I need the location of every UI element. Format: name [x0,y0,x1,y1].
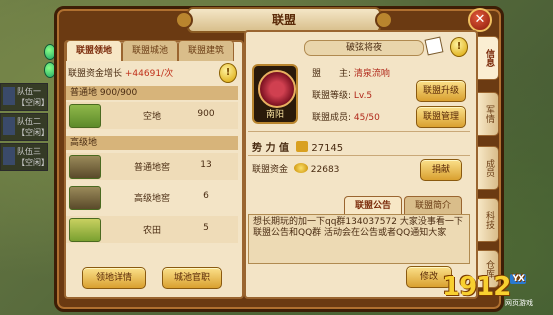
side-tab-info[interactable]: 信息 [478,36,499,80]
party-status: 【空闲】 [17,98,49,107]
party-name: 队伍一 [17,87,41,96]
party-slot-1[interactable]: 队伍一 【空闲】 [0,83,49,111]
fund-line: 联盟资金 22683 [252,162,339,175]
leader-value: 清泉流响 [353,69,390,79]
party-avatar [3,147,15,165]
level-line: 联盟等级: Lv.5 [312,88,372,101]
party-status: 【空闲】 [17,158,49,167]
members-label: 联盟成员: [312,113,352,123]
plot-thumbnail [69,186,101,210]
plot-count: 6 [203,191,209,201]
plot-name: 空地 [142,112,161,122]
tab-territory[interactable]: 联盟领地 [66,40,122,61]
alliance-emblem: 南阳 [252,64,298,124]
plot-count: 900 [197,109,215,119]
city-official-button[interactable]: 城池官职 [162,267,222,289]
plot-thumbnail [69,104,101,128]
members-line: 联盟成员: 45/50 [312,110,380,123]
section-normal: 普通地 900/900 [66,86,238,100]
level-value: Lv.5 [353,91,373,101]
emblem-label: 南阳 [265,110,284,120]
land-detail-button[interactable]: 领地详情 [82,267,146,289]
divider [248,155,470,156]
party-avatar [3,117,15,135]
upgrade-button[interactable]: 联盟升级 [416,80,466,102]
fund-growth-label: 联盟资金增长 [68,69,125,79]
plot-thumbnail [69,155,101,179]
party-avatar [3,87,15,105]
power-line: 势 力 值 27145 [252,139,343,154]
tab-cities[interactable]: 联盟城池 [122,40,178,61]
coin-pile-icon [293,163,308,173]
manage-button[interactable]: 联盟管理 [416,106,466,128]
party-status: 【空闲】 [17,128,49,137]
plot-name: 高级地窖 [133,194,170,204]
side-tab-tech[interactable]: 科技 [478,198,499,242]
side-tab-military[interactable]: 军情 [478,92,499,136]
tab-intro[interactable]: 联盟简介 [404,196,462,215]
plot-count: 13 [200,160,212,170]
level-label: 联盟等级: [312,91,352,101]
donate-button[interactable]: 捐献 [420,159,462,181]
power-icon [296,141,309,152]
watermark-sub: YX [510,274,526,284]
tab-buildings[interactable]: 联盟建筑 [178,40,234,61]
alliance-motto: 破弦将夜 [304,40,424,56]
party-name: 队伍三 [17,147,41,156]
section-advanced: 高级地 [66,136,238,150]
party-name: 队伍二 [17,117,41,126]
plot-count: 5 [203,223,209,233]
members-value: 45/50 [353,113,380,123]
info-coin-icon[interactable]: ! [219,63,237,83]
info-coin-icon[interactable]: ! [450,37,468,57]
fund-growth-value: +44691/次 [124,69,174,79]
side-tab-members[interactable]: 成员 [478,146,499,190]
emblem-crest-icon [258,70,296,108]
leader-line: 盟 主: 清泉流响 [312,66,390,79]
power-value: 27145 [311,143,344,154]
fund-label: 联盟资金 [252,165,289,175]
tab-notice[interactable]: 联盟公告 [344,196,402,215]
edit-motto-icon[interactable] [424,36,444,56]
plot-name: 农田 [142,226,161,236]
fund-value: 22683 [310,165,340,175]
plot-row[interactable]: 空地 900 [66,102,238,129]
plot-name: 普通地窖 [133,163,170,173]
watermark-site: 网页游戏 [505,299,533,307]
leader-label: 盟 主: [312,69,352,79]
plot-row[interactable]: 普通地窖 13 [66,153,238,180]
plot-row[interactable]: 高级地窖 6 [66,184,238,211]
notice-text: 想长期玩的加一下qq群134037572 大家没事看一下联盟公告和QQ群 活动会… [248,214,470,264]
party-slot-2[interactable]: 队伍二 【空闲】 [0,113,49,141]
watermark-main: 1912 [442,272,511,302]
party-slot-3[interactable]: 队伍三 【空闲】 [0,143,49,171]
divider [248,131,470,132]
fund-growth: 联盟资金增长 +44691/次 [68,66,173,79]
power-label: 势 力 值 [252,143,289,154]
close-button[interactable]: ✕ [468,8,492,32]
plot-thumbnail [69,218,101,242]
plot-row[interactable]: 农田 5 [66,216,238,243]
